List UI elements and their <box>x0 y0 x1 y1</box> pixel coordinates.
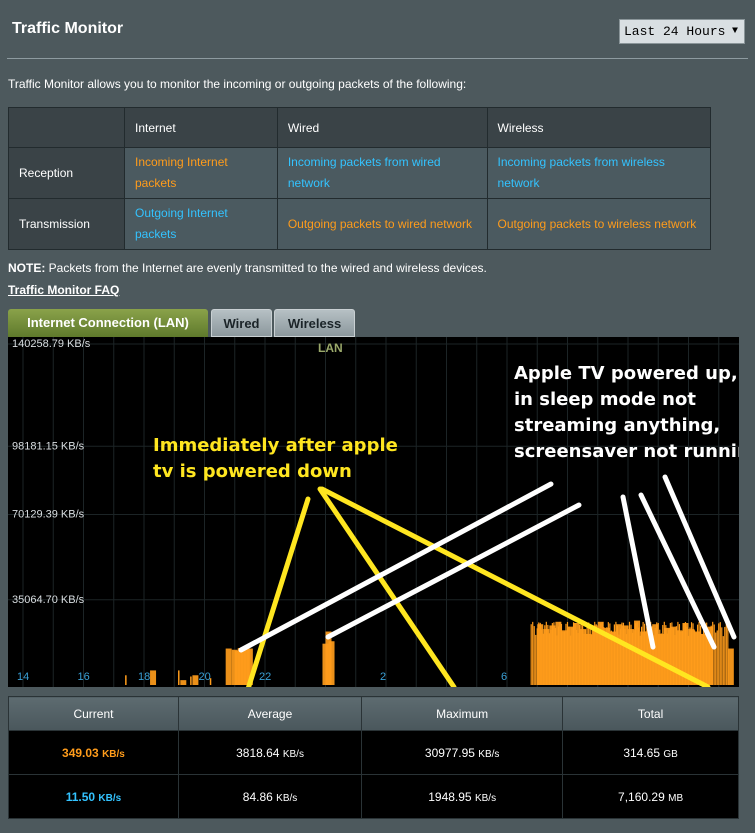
average-reception: 3818.64 KB/s <box>177 730 363 775</box>
annotation-text-right: Apple TV powered up, <box>514 363 738 384</box>
average-transmission: 84.86 KB/s <box>177 774 363 819</box>
x-tick-label: 6 <box>501 671 507 683</box>
value: 84.86 <box>242 789 273 804</box>
intro-text: Traffic Monitor allows you to monitor th… <box>8 77 467 91</box>
note-text: NOTE: Packets from the Internet are even… <box>8 261 487 275</box>
y-tick-label: 70129.39 KB/s <box>12 509 85 521</box>
stats-row-reception: 349.03 KB/s 3818.64 KB/s 30977.95 KB/s 3… <box>8 730 739 775</box>
row-header-transmission: Transmission <box>8 198 125 250</box>
stats-header-maximum: Maximum <box>361 696 564 731</box>
unit: KB/s <box>282 748 304 760</box>
current-transmission: 11.50 KB/s <box>8 774 179 819</box>
x-tick-label: 2 <box>380 671 386 683</box>
x-tick-label: 16 <box>78 671 90 683</box>
stats-header-average: Average <box>177 696 363 731</box>
time-range-select[interactable]: Last 24 Hours ▼ <box>619 19 745 44</box>
chart-legend-label: LAN <box>318 341 343 355</box>
annotation-text-left: Immediately after apple <box>153 435 398 456</box>
annotation-line <box>325 502 582 640</box>
data-bar <box>180 680 187 685</box>
row-header-reception: Reception <box>8 147 125 199</box>
table-row-transmission: Transmission Outgoing Internet packets O… <box>8 198 712 250</box>
unit: MB <box>668 792 684 804</box>
data-bar <box>727 648 734 685</box>
x-tick-label: 18 <box>138 671 150 683</box>
unit: GB <box>663 748 678 760</box>
traffic-chart-svg: 140258.79 KB/s 98181.15 KB/s 70129.39 KB/s… <box>8 337 739 687</box>
header: Traffic Monitor Last 24 Hours ▼ <box>0 0 755 58</box>
total-reception: 314.65 GB <box>562 730 739 775</box>
table-row-reception: Reception Incoming Internet packets Inco… <box>8 147 712 199</box>
y-tick-label: 98181.15 KB/s <box>12 440 85 452</box>
unit: KB/s <box>478 748 500 760</box>
total-transmission: 7,160.29 MB <box>562 774 739 819</box>
data-bar <box>225 648 232 685</box>
stats-header-total: Total <box>562 696 739 731</box>
data-bar <box>192 675 199 685</box>
value: 349.03 <box>62 745 99 760</box>
value: 3818.64 <box>236 745 280 760</box>
annotation-text-right: screensaver not running <box>514 441 739 462</box>
x-tick-label: 14 <box>17 671 29 683</box>
table-corner <box>8 107 125 148</box>
maximum-transmission: 1948.95 KB/s <box>361 774 564 819</box>
unit: KB/s <box>276 792 298 804</box>
annotation-text-right: streaming anything, <box>514 415 720 436</box>
cell-incoming-wireless: Incoming packets from wireless network <box>486 147 712 199</box>
value: 11.50 <box>65 789 96 804</box>
column-header-wireless: Wireless <box>486 107 712 148</box>
packet-type-table: Internet Wired Wireless Reception Incomi… <box>8 107 712 250</box>
y-tick-label: 140258.79 KB/s <box>12 338 91 350</box>
tab-wired[interactable]: Wired <box>211 309 272 337</box>
table-header-row: Internet Wired Wireless <box>8 107 712 148</box>
y-tick-label: 35064.70 KB/s <box>12 594 85 606</box>
divider <box>7 58 748 59</box>
value: 7,160.29 <box>618 789 665 804</box>
stats-row-transmission: 11.50 KB/s 84.86 KB/s 1948.95 KB/s 7,160… <box>8 774 739 819</box>
unit: KB/s <box>98 792 122 804</box>
cell-outgoing-wired: Outgoing packets to wired network <box>276 198 488 250</box>
chevron-down-icon: ▼ <box>731 26 738 37</box>
cell-outgoing-internet: Outgoing Internet packets <box>124 198 278 250</box>
traffic-chart: 140258.79 KB/s 98181.15 KB/s 70129.39 KB/s… <box>8 337 739 687</box>
time-range-value: Last 24 Hours <box>624 24 726 39</box>
value: 30977.95 <box>424 745 475 760</box>
column-header-internet: Internet <box>124 107 278 148</box>
stats-table: Current Average Maximum Total 349.03 KB/… <box>8 696 739 819</box>
tab-internet-connection[interactable]: Internet Connection (LAN) <box>8 309 208 337</box>
data-bar <box>150 670 157 685</box>
stats-header-row: Current Average Maximum Total <box>8 696 739 731</box>
x-tick-label: 20 <box>199 671 211 683</box>
unit: KB/s <box>102 748 125 760</box>
x-tick-label: 22 <box>259 671 271 683</box>
annotation-line <box>246 496 311 687</box>
cell-incoming-internet: Incoming Internet packets <box>124 147 278 199</box>
stats-header-current: Current <box>8 696 179 731</box>
note-label: NOTE: <box>8 261 46 275</box>
cell-outgoing-wireless: Outgoing packets to wireless network <box>486 198 712 250</box>
annotation-text-right: in sleep mode not <box>514 389 696 410</box>
maximum-reception: 30977.95 KB/s <box>361 730 564 775</box>
unit: KB/s <box>474 792 497 804</box>
annotation-line <box>317 486 457 687</box>
annotation-text-left: tv is powered down <box>153 461 352 482</box>
note-body: Packets from the Internet are evenly tra… <box>45 261 487 275</box>
value: 314.65 <box>623 745 661 760</box>
value: 1948.95 <box>428 789 472 804</box>
column-header-wired: Wired <box>276 107 488 148</box>
page-title: Traffic Monitor <box>12 20 124 37</box>
current-reception: 349.03 KB/s <box>8 730 179 775</box>
cell-incoming-wired: Incoming packets from wired network <box>276 147 488 199</box>
tab-wireless[interactable]: Wireless <box>274 309 355 337</box>
faq-link[interactable]: Traffic Monitor FAQ <box>8 283 119 297</box>
data-bar <box>328 641 335 685</box>
